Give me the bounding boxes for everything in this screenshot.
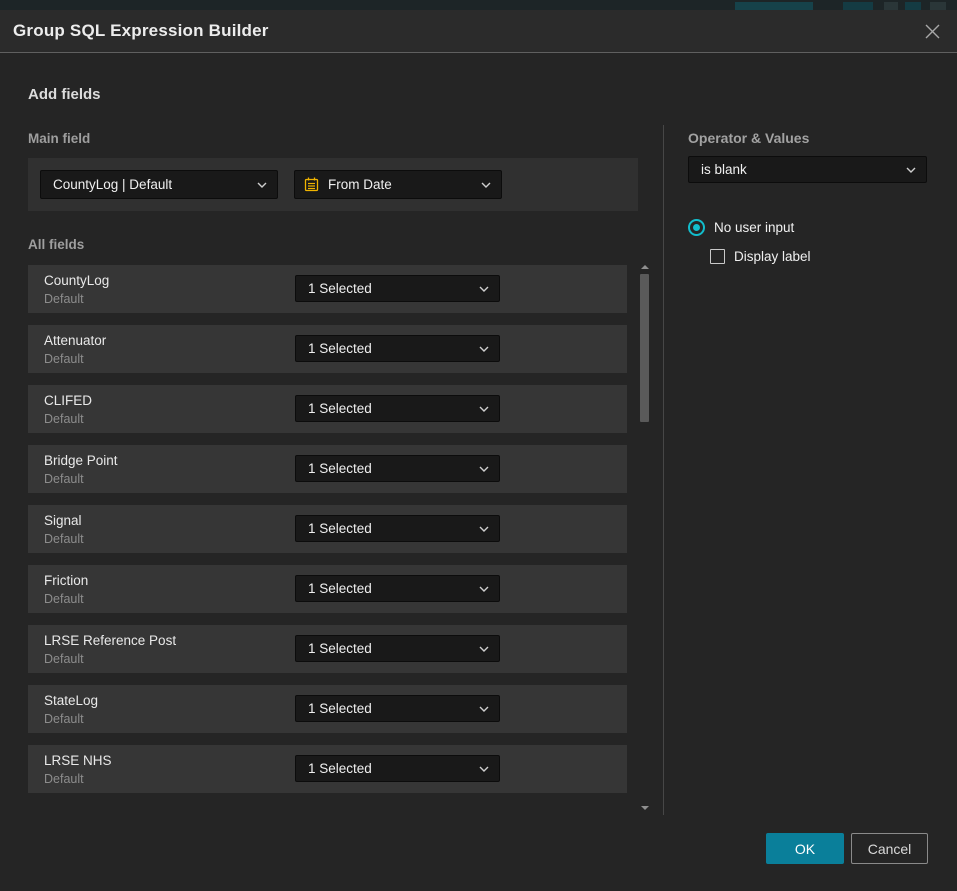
field-value-selected: 1 Selected [308, 401, 473, 416]
chevron-down-icon [479, 526, 489, 532]
chevron-down-icon [479, 586, 489, 592]
field-value-selected: 1 Selected [308, 701, 473, 716]
field-value-selected: 1 Selected [308, 581, 473, 596]
main-field-container: CountyLog | Default From Date [28, 158, 638, 211]
field-row: Bridge Point Default 1 Selected [28, 445, 627, 493]
fields-list-scrollbar[interactable] [639, 265, 651, 810]
scrollbar-thumb[interactable] [640, 274, 649, 422]
field-row: Signal Default 1 Selected [28, 505, 627, 553]
checkbox-label: Display label [734, 249, 811, 264]
field-value-select[interactable]: 1 Selected [295, 695, 500, 722]
field-value-select[interactable]: 1 Selected [295, 335, 500, 362]
field-select-value: From Date [328, 177, 475, 192]
operator-values-heading: Operator & Values [688, 130, 809, 146]
field-name: Signal [44, 513, 82, 528]
field-value-selected: 1 Selected [308, 521, 473, 536]
field-alias: Default [44, 292, 84, 306]
operator-select[interactable]: is blank [688, 156, 927, 183]
field-value-select[interactable]: 1 Selected [295, 455, 500, 482]
dialog-title: Group SQL Expression Builder [13, 21, 269, 41]
background-fragment [735, 2, 813, 10]
field-name: CountyLog [44, 273, 109, 288]
field-value-selected: 1 Selected [308, 641, 473, 656]
ok-button[interactable]: OK [766, 833, 844, 864]
add-fields-heading: Add fields [28, 86, 101, 103]
field-name: Attenuator [44, 333, 106, 348]
field-name: Bridge Point [44, 453, 118, 468]
field-row: StateLog Default 1 Selected [28, 685, 627, 733]
close-button[interactable] [921, 20, 943, 42]
background-app-strip [0, 0, 957, 10]
calendar-icon [303, 176, 320, 193]
field-alias: Default [44, 412, 84, 426]
background-fragment [905, 2, 921, 10]
main-field-layer-select[interactable]: CountyLog | Default [40, 170, 278, 199]
chevron-down-icon [479, 766, 489, 772]
field-alias: Default [44, 772, 84, 786]
field-name: LRSE NHS [44, 753, 112, 768]
all-fields-list: CountyLog Default 1 Selected Attenuator … [28, 265, 627, 805]
no-user-input-radio[interactable]: No user input [688, 219, 794, 236]
field-name: Friction [44, 573, 88, 588]
group-sql-expression-builder-dialog: Group SQL Expression Builder Add fields … [0, 10, 957, 891]
cancel-button[interactable]: Cancel [851, 833, 928, 864]
field-alias: Default [44, 472, 84, 486]
dialog-header: Group SQL Expression Builder [0, 10, 957, 53]
chevron-down-icon [906, 167, 916, 173]
field-row: Friction Default 1 Selected [28, 565, 627, 613]
chevron-down-icon [479, 706, 489, 712]
chevron-down-icon [479, 406, 489, 412]
main-field-label: Main field [28, 131, 90, 146]
all-fields-label: All fields [28, 237, 84, 252]
field-alias: Default [44, 652, 84, 666]
checkbox-unchecked-icon [710, 249, 725, 264]
operator-select-value: is blank [701, 162, 900, 177]
panel-divider [663, 125, 664, 815]
chevron-down-icon [479, 346, 489, 352]
field-name: CLIFED [44, 393, 92, 408]
background-fragment [930, 2, 946, 10]
field-alias: Default [44, 592, 84, 606]
field-row: Attenuator Default 1 Selected [28, 325, 627, 373]
scroll-down-arrow-icon[interactable] [641, 806, 649, 810]
field-name: LRSE Reference Post [44, 633, 176, 648]
field-alias: Default [44, 532, 84, 546]
field-value-select[interactable]: 1 Selected [295, 515, 500, 542]
field-value-select[interactable]: 1 Selected [295, 275, 500, 302]
field-value-selected: 1 Selected [308, 761, 473, 776]
main-field-field-select[interactable]: From Date [294, 170, 502, 199]
field-row: LRSE Reference Post Default 1 Selected [28, 625, 627, 673]
field-name: StateLog [44, 693, 98, 708]
field-row: CLIFED Default 1 Selected [28, 385, 627, 433]
chevron-down-icon [479, 646, 489, 652]
close-icon [924, 23, 941, 40]
field-alias: Default [44, 712, 84, 726]
radio-label: No user input [714, 220, 794, 235]
display-label-checkbox[interactable]: Display label [710, 249, 811, 264]
field-value-selected: 1 Selected [308, 341, 473, 356]
field-value-select[interactable]: 1 Selected [295, 635, 500, 662]
field-value-select[interactable]: 1 Selected [295, 395, 500, 422]
chevron-down-icon [479, 466, 489, 472]
field-row: LRSE NHS Default 1 Selected [28, 745, 627, 793]
background-fragment [884, 2, 898, 10]
field-row: CountyLog Default 1 Selected [28, 265, 627, 313]
field-value-select[interactable]: 1 Selected [295, 575, 500, 602]
radio-selected-icon [688, 219, 705, 236]
chevron-down-icon [479, 286, 489, 292]
layer-select-value: CountyLog | Default [53, 177, 251, 192]
chevron-down-icon [481, 182, 491, 188]
field-value-selected: 1 Selected [308, 461, 473, 476]
background-fragment [843, 2, 873, 10]
field-alias: Default [44, 352, 84, 366]
scroll-up-arrow-icon[interactable] [641, 265, 649, 269]
chevron-down-icon [257, 182, 267, 188]
field-value-selected: 1 Selected [308, 281, 473, 296]
field-value-select[interactable]: 1 Selected [295, 755, 500, 782]
